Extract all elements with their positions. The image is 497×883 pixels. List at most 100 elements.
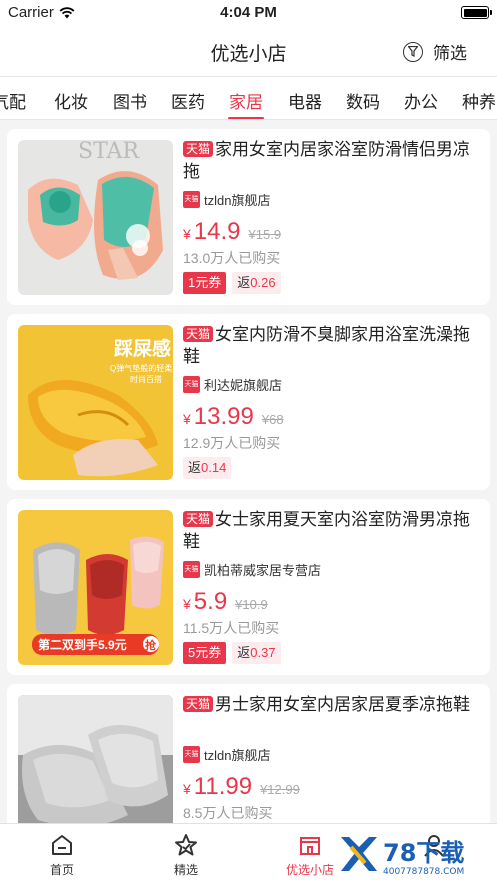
home-icon	[52, 835, 72, 855]
product-image[interactable]: 第二双到手5.9元 抢	[18, 510, 173, 665]
bottom-tab-label: 首页	[49, 863, 74, 877]
product-card[interactable]: 第二双到手5.9元 抢 天猫 女士家用夏天室内浴室防滑男凉拖鞋 天猫 凯柏蒂威家居…	[7, 499, 490, 675]
shop-row[interactable]: 天猫 利达妮旗舰店	[183, 375, 481, 393]
current-price: 5.9	[193, 588, 228, 615]
tmall-shop-icon: 天猫	[183, 190, 200, 208]
product-title-text: 女室内防滑不臭脚家用浴室洗澡拖鞋	[183, 325, 471, 366]
watermark-logo: 78下载 4007787878.COM	[341, 837, 464, 877]
rebate-badge: 返0.26	[232, 272, 281, 294]
rebate-badge: 返0.37	[232, 642, 281, 664]
product-card[interactable]: STAR 天猫 家用女室内居家浴室防滑情侣男凉拖 天猫 tzldn旗舰店 ¥ 14…	[7, 129, 490, 305]
product-image[interactable]	[18, 695, 173, 823]
current-price: 14.9	[193, 218, 241, 245]
product-image[interactable]: STAR	[18, 140, 173, 295]
product-title[interactable]: 天猫 女室内防滑不臭脚家用浴室洗澡拖鞋	[183, 324, 481, 368]
price-row: ¥ 13.99 ¥68	[183, 403, 481, 431]
tab-appliances[interactable]: 电器	[288, 88, 322, 113]
product-title-text: 女士家用夏天室内浴室防滑男凉拖鞋	[183, 510, 471, 551]
sold-count: 12.9万人已购买	[183, 435, 281, 451]
tab-makeup[interactable]: 化妆	[54, 88, 88, 113]
image-headline: 踩屎感	[114, 337, 171, 360]
tab-partial-right[interactable]: 种养	[462, 88, 496, 113]
product-list[interactable]: STAR 天猫 家用女室内居家浴室防滑情侣男凉拖 天猫 tzldn旗舰店 ¥ 14…	[0, 120, 497, 823]
rebate-label: 返	[188, 460, 202, 475]
price-row: ¥ 14.9 ¥15.9	[183, 218, 481, 246]
rebate-value: 0.14	[201, 460, 227, 475]
product-title[interactable]: 天猫 男士家用女室内居家居夏季凉拖鞋	[183, 694, 481, 738]
currency-symbol: ¥	[183, 411, 191, 427]
tmall-shop-icon: 天猫	[183, 375, 200, 393]
status-bar: Carrier 4:04 PM	[0, 0, 497, 26]
product-image[interactable]: 踩屎感 Q弹气垫般的轻柔 时尚百搭	[18, 325, 173, 480]
sold-count: 13.0万人已购买	[183, 250, 281, 266]
watermark-url: 4007787878.COM	[383, 867, 464, 877]
rebate-badge: 返0.14	[183, 457, 232, 479]
shop-name: 利达妮旗舰店	[204, 377, 283, 393]
bottom-tab-home[interactable]: 首页	[17, 832, 107, 878]
shop-name: 凯柏蒂威家居专营店	[204, 562, 322, 578]
shop-icon	[300, 837, 320, 855]
image-banner-text: 第二双到手5.9元	[38, 637, 127, 652]
product-title-text: 男士家用女室内居家居夏季凉拖鞋	[215, 695, 471, 714]
battery-icon	[461, 6, 492, 19]
currency-symbol: ¥	[183, 226, 191, 242]
current-price: 11.99	[193, 773, 253, 800]
tmall-tag: 天猫	[183, 326, 214, 342]
bottom-tab-label: 精选	[173, 863, 198, 877]
shop-row[interactable]: 天猫 tzldn旗舰店	[183, 190, 481, 208]
rebate-label: 返	[237, 645, 251, 660]
price-row: ¥ 11.99 ¥12.99	[183, 773, 481, 801]
tmall-tag: 天猫	[183, 141, 214, 157]
product-title[interactable]: 天猫 女士家用夏天室内浴室防滑男凉拖鞋	[183, 509, 481, 553]
shop-name: tzldn旗舰店	[204, 192, 271, 208]
sold-count: 11.5万人已购买	[183, 620, 280, 636]
rebate-value: 0.26	[250, 275, 276, 290]
currency-symbol: ¥	[183, 596, 191, 612]
svg-text:STAR: STAR	[78, 140, 140, 164]
badge-row: 返0.14	[183, 457, 481, 479]
badge-row: 5元券 返0.37	[183, 642, 481, 664]
shop-row[interactable]: 天猫 tzldn旗舰店	[183, 745, 481, 763]
original-price: ¥68	[261, 412, 284, 427]
tab-partial-left[interactable]: 气配	[0, 88, 26, 113]
image-grab-text: 抢	[145, 638, 157, 652]
tab-office[interactable]: 办公	[404, 88, 438, 113]
tmall-shop-icon: 天猫	[183, 745, 200, 763]
tab-home[interactable]: 家居	[229, 88, 263, 113]
rebate-value: 0.37	[250, 645, 276, 660]
shop-row[interactable]: 天猫 凯柏蒂威家居专营店	[183, 560, 481, 578]
product-title[interactable]: 天猫 家用女室内居家浴室防滑情侣男凉拖	[183, 139, 481, 183]
sold-count: 8.5万人已购买	[183, 805, 273, 821]
product-card[interactable]: 天猫 男士家用女室内居家居夏季凉拖鞋 天猫 tzldn旗舰店 ¥ 11.99 ¥1…	[7, 684, 490, 823]
tab-books[interactable]: 图书	[113, 88, 147, 113]
currency-symbol: ¥	[183, 781, 191, 797]
bottom-tab-bar: 首页 精选 优选小店 78下载 4007787878.COM	[0, 823, 497, 883]
original-price: ¥12.99	[260, 782, 300, 797]
bottom-tab-label: 优选小店	[285, 863, 334, 877]
bottom-tab-featured[interactable]: 精选	[141, 832, 231, 878]
nav-bar: 优选小店 筛选	[0, 26, 497, 76]
coupon-badge[interactable]: 5元券	[183, 642, 227, 664]
current-price: 13.99	[193, 403, 254, 430]
filter-label: 筛选	[433, 44, 467, 63]
rebate-label: 返	[237, 275, 251, 290]
price-row: ¥ 5.9 ¥10.9	[183, 588, 481, 616]
status-time: 4:04 PM	[220, 4, 277, 21]
tab-digital[interactable]: 数码	[346, 88, 380, 113]
watermark-text: 78下载	[383, 839, 464, 867]
tmall-shop-icon: 天猫	[183, 560, 200, 578]
image-subline-1: Q弹气垫般的轻柔	[110, 363, 172, 373]
star-icon	[175, 834, 197, 856]
category-tabs: 气配 化妆 图书 医药 家居 电器 数码 办公 种养	[0, 76, 497, 120]
badge-row: 1元券 返0.26	[183, 272, 481, 294]
filter-button[interactable]: 筛选	[403, 39, 467, 64]
coupon-badge[interactable]: 1元券	[183, 272, 227, 294]
tmall-tag: 天猫	[183, 696, 214, 712]
tmall-tag: 天猫	[183, 511, 214, 527]
image-subline-2: 时尚百搭	[130, 374, 162, 384]
original-price: ¥10.9	[235, 597, 268, 612]
product-card[interactable]: 踩屎感 Q弹气垫般的轻柔 时尚百搭 天猫 女室内防滑不臭脚家用浴室洗澡拖鞋 天猫 …	[7, 314, 490, 490]
filter-icon	[403, 41, 423, 62]
tab-medicine[interactable]: 医药	[171, 88, 205, 113]
original-price: ¥15.9	[248, 227, 282, 242]
